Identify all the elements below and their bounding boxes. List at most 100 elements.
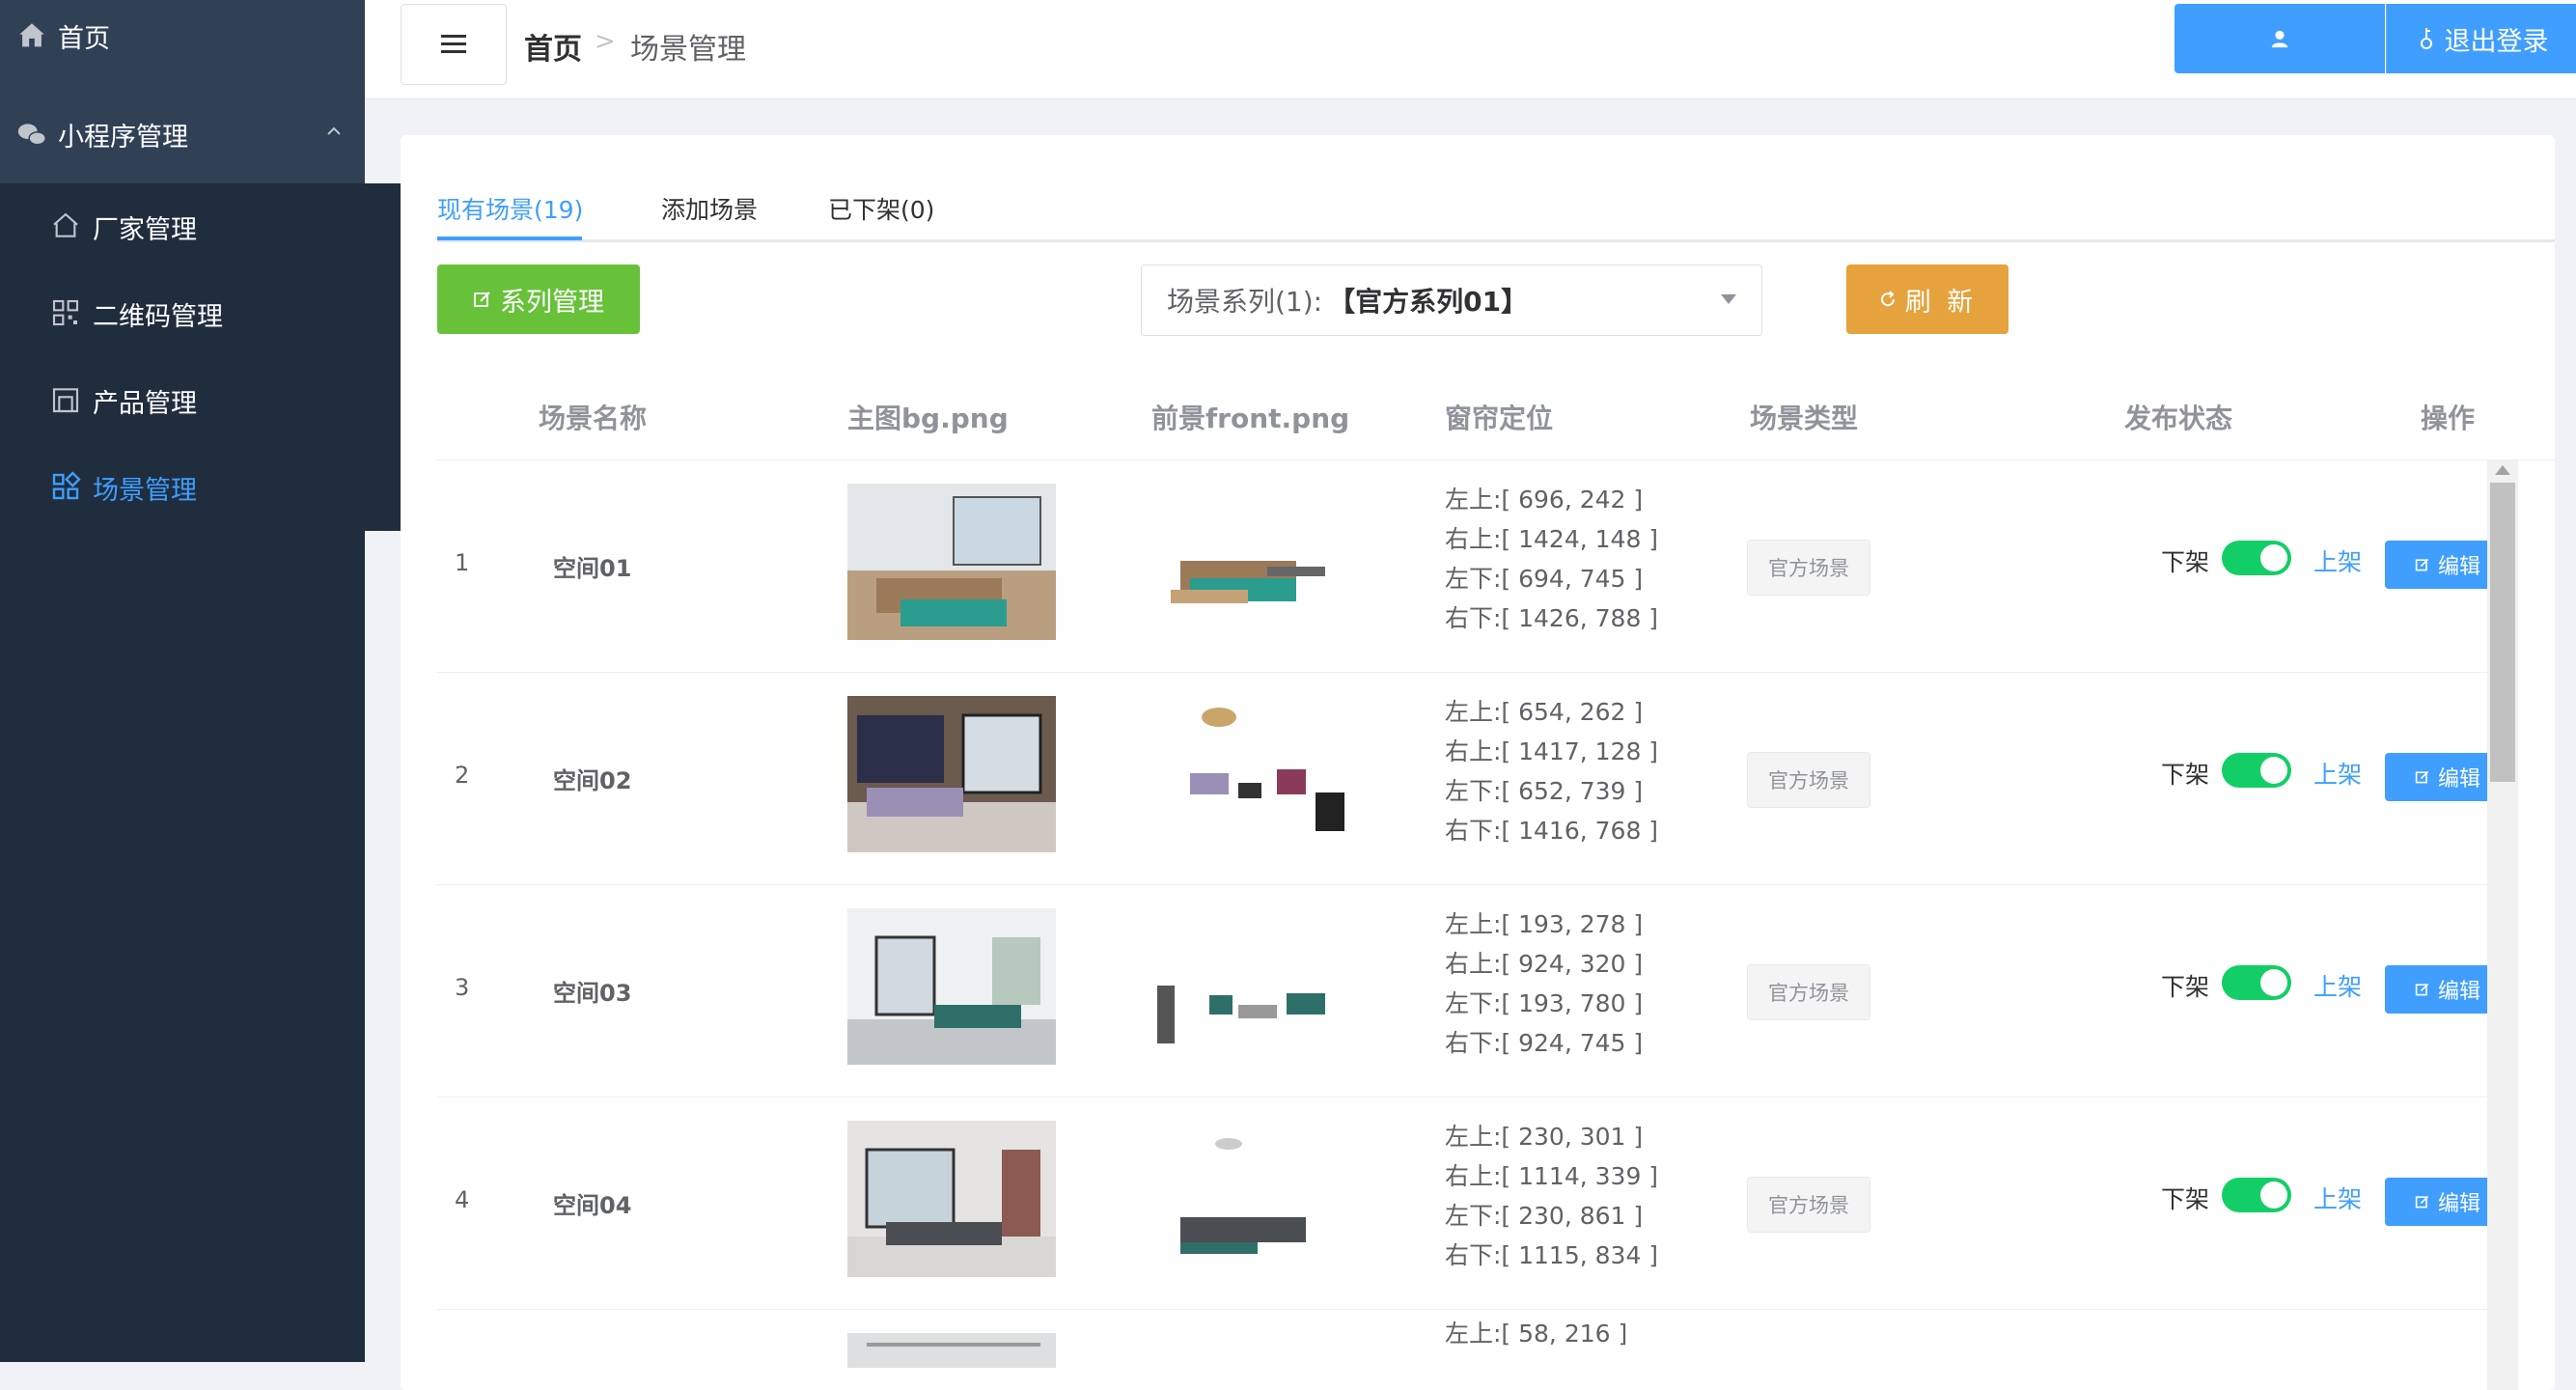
bg-thumbnail[interactable] [847, 484, 1056, 640]
row-scene-name: 空间02 [553, 767, 632, 794]
switch-off-label: 下架 [2161, 1185, 2210, 1213]
sidebar-item-label: 厂家管理 [93, 214, 197, 245]
scene-type-tag: 官方场景 [1747, 540, 1870, 596]
sidebar-item-label: 二维码管理 [93, 301, 223, 332]
tab-add-scene[interactable]: 添加场景 [661, 191, 758, 226]
switch-on-label: 上架 [2313, 548, 2363, 576]
sidebar-item-manufacturer[interactable]: 厂家管理 [0, 183, 415, 270]
series-manage-button[interactable]: 系列管理 [437, 264, 640, 334]
bg-thumbnail[interactable] [847, 1121, 1056, 1277]
bg-thumbnail[interactable] [847, 908, 1056, 1065]
series-select-value: 【官方系列01】 [1328, 286, 1529, 318]
row-scene-name: 空间01 [553, 555, 632, 582]
furniture-image [1171, 561, 1325, 603]
coord-top-left: 左上:[ 193, 278 ] [1445, 910, 1644, 938]
edit-icon [2415, 983, 2429, 996]
store-icon [50, 384, 83, 417]
publish-switch[interactable] [2222, 1178, 2291, 1212]
front-thumbnail[interactable] [1151, 696, 1360, 852]
hamburger-button[interactable] [401, 4, 507, 85]
coord-bottom-left: 左下:[ 193, 780 ] [1445, 989, 1644, 1017]
switch-off-label: 下架 [2161, 973, 2210, 1001]
table-scrollbar[interactable] [2487, 459, 2518, 1390]
table-row: 2 空间02 左上:[ 654, 262 ] 右上:[ 1417, 128 ] [437, 673, 2510, 885]
home-icon [15, 19, 48, 52]
user-icon [2271, 30, 2288, 48]
room-image [847, 484, 1056, 640]
coord-top-right: 右上:[ 1114, 339 ] [1445, 1162, 1659, 1190]
sidebar-item-qrcode[interactable]: 二维码管理 [0, 270, 415, 357]
series-select[interactable]: 场景系列(1): 【官方系列01】 [1141, 264, 1762, 336]
row-scene-name: 空间03 [553, 980, 632, 1007]
wechat-icon [15, 118, 48, 151]
top-bar: 首页 > 场景管理 退出登录 [365, 0, 2576, 99]
sidebar-home-label: 首页 [58, 23, 110, 54]
bg-thumbnail[interactable] [847, 1333, 1056, 1368]
grid-icon [50, 471, 83, 504]
refresh-button[interactable]: 刷 新 [1846, 264, 2008, 334]
furniture-image [1157, 986, 1325, 1043]
scene-type-tag: 官方场景 [1747, 1177, 1870, 1233]
qrcode-icon [50, 297, 83, 330]
coord-bottom-right: 右下:[ 1426, 788 ] [1445, 604, 1659, 632]
scroll-thumb[interactable] [2490, 483, 2515, 782]
row-scene-name: 空间04 [553, 1192, 632, 1219]
breadcrumb-home[interactable]: 首页 [524, 25, 582, 68]
row-index: 4 [455, 1186, 470, 1213]
sidebar-item-label: 场景管理 [93, 475, 197, 506]
th-actions: 操作 [2421, 403, 2476, 434]
caret-down-icon [1721, 294, 1736, 304]
coord-top-left: 左上:[ 696, 242 ] [1445, 486, 1644, 514]
coord-bottom-left: 左下:[ 652, 739 ] [1445, 777, 1644, 805]
publish-switch[interactable] [2222, 541, 2291, 575]
tab-active-indicator [437, 236, 582, 240]
coord-top-right: 右上:[ 1424, 148 ] [1445, 525, 1659, 553]
coord-bottom-right: 右下:[ 924, 745 ] [1445, 1029, 1644, 1057]
tab-delisted[interactable]: 已下架(0) [828, 191, 934, 226]
edit-label: 编辑 [2437, 555, 2480, 579]
front-thumbnail[interactable] [1151, 908, 1360, 1065]
coord-bottom-right: 右下:[ 1115, 834 ] [1445, 1241, 1659, 1269]
row-index: 1 [455, 549, 470, 576]
user-button[interactable] [2174, 4, 2385, 73]
room-image [847, 696, 1056, 852]
edit-icon [474, 292, 490, 307]
curtain-coordinates: 左上:[ 193, 278 ] 右上:[ 924, 320 ] 左下:[ 193… [1445, 904, 1643, 1063]
content-card: 现有场景(19) 添加场景 已下架(0) 系列管理 场景系列(1): 【官方系列… [401, 135, 2555, 1390]
bg-thumbnail[interactable] [847, 696, 1056, 852]
switch-off-label: 下架 [2161, 548, 2210, 576]
curtain-coordinates: 左上:[ 654, 262 ] 右上:[ 1417, 128 ] 左下:[ 65… [1445, 692, 1658, 850]
sidebar-item-home[interactable]: 首页 [0, 0, 380, 71]
row-index: 2 [455, 762, 470, 789]
scene-type-tag: 官方场景 [1747, 964, 1870, 1020]
front-thumbnail[interactable] [1151, 1121, 1360, 1277]
coord-bottom-left: 左下:[ 230, 861 ] [1445, 1202, 1644, 1230]
room-image [847, 908, 1056, 1065]
publish-switch[interactable] [2222, 753, 2291, 788]
key-icon [2420, 28, 2432, 49]
tab-current-scenes[interactable]: 现有场景(19) [437, 191, 583, 226]
switch-on-label: 上架 [2313, 761, 2363, 789]
scroll-up-icon[interactable] [2495, 465, 2510, 475]
tabs: 现有场景(19) 添加场景 已下架(0) [437, 191, 2555, 242]
sidebar-item-miniapp[interactable]: 小程序管理 [0, 91, 380, 178]
th-publish-status: 发布状态 [2124, 403, 2233, 434]
front-thumbnail[interactable] [1151, 484, 1360, 640]
edit-label: 编辑 [2437, 1192, 2480, 1216]
sidebar: 首页 小程序管理 厂家管理 二维码管理 产品管理 场景管理 [0, 0, 415, 1362]
edit-icon [2415, 558, 2429, 571]
sidebar-item-product[interactable]: 产品管理 [0, 357, 415, 444]
logout-label: 退出登录 [2444, 26, 2549, 57]
row-index: 3 [455, 974, 470, 1001]
refresh-label: 刷 新 [1904, 287, 1978, 318]
sidebar-item-scene[interactable]: 场景管理 [0, 444, 415, 531]
curtain-coordinates: 左上:[ 696, 242 ] 右上:[ 1424, 148 ] 左下:[ 69… [1445, 480, 1658, 638]
edit-icon [2415, 770, 2429, 784]
th-scene-type: 场景类型 [1750, 403, 1859, 434]
publish-switch[interactable] [2222, 965, 2291, 1000]
th-bg-image: 主图bg.png [847, 403, 1009, 434]
edit-label: 编辑 [2437, 980, 2480, 1004]
edit-icon [2415, 1195, 2429, 1209]
coord-bottom-right: 右下:[ 1416, 768 ] [1445, 817, 1659, 845]
logout-button[interactable]: 退出登录 [2386, 4, 2576, 73]
